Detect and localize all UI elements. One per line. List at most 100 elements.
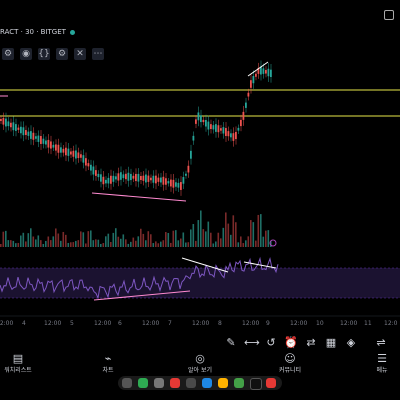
volume-bar <box>187 242 190 247</box>
candle <box>22 127 25 136</box>
volume-bar <box>45 240 47 247</box>
volume-bar <box>170 242 172 247</box>
close-icon[interactable]: ✕ <box>74 48 86 60</box>
volume-bar <box>32 236 35 247</box>
calculator-icon[interactable]: ▦ <box>324 336 338 350</box>
swap-icon[interactable]: ⇄ <box>304 336 318 350</box>
candle <box>15 124 17 131</box>
candle <box>0 119 2 121</box>
nav-community[interactable]: ☺ 커뮤니티 <box>260 352 320 374</box>
people-icon: ☺ <box>284 352 296 365</box>
volume-bar <box>92 240 95 247</box>
code-icon[interactable]: {} <box>38 48 50 60</box>
time-axis-label: 5 <box>70 320 74 327</box>
candle <box>177 182 180 188</box>
volume-bar <box>37 235 40 247</box>
app-icon[interactable] <box>266 378 276 388</box>
volume-bar <box>217 232 220 247</box>
app-icon[interactable] <box>154 378 164 388</box>
candle <box>180 182 182 190</box>
volume-bar <box>132 237 135 247</box>
expand-icon[interactable] <box>384 10 394 20</box>
volume-bar <box>237 242 240 247</box>
time-axis-label: 12:00 <box>0 320 14 327</box>
volume-bar <box>147 231 150 247</box>
volume-bar <box>127 243 130 247</box>
volume-bar <box>232 215 235 247</box>
volume-bar <box>80 231 82 247</box>
nav-menu[interactable]: ☰ 메뉴 <box>352 352 400 374</box>
time-axis-label: 9 <box>266 320 270 327</box>
volume-bar <box>247 236 250 247</box>
candle <box>237 127 240 131</box>
volume-bar <box>62 231 65 247</box>
replay-icon[interactable]: ↺ <box>264 336 278 350</box>
alarm-icon[interactable]: ⏰ <box>284 336 298 350</box>
candle <box>57 144 60 153</box>
pencil-icon[interactable]: ✎ <box>224 336 238 350</box>
time-axis-label: 12:00 <box>192 320 210 327</box>
volume-bar <box>177 240 180 247</box>
volume-bar <box>235 222 237 247</box>
volume-bar <box>220 238 222 247</box>
eye-icon[interactable]: ◉ <box>20 48 32 60</box>
candle <box>105 179 107 184</box>
candle <box>152 175 155 183</box>
candle <box>102 176 105 185</box>
candle <box>202 119 205 123</box>
candle <box>25 130 27 135</box>
volume-bar <box>52 236 55 247</box>
candle <box>95 170 97 176</box>
volume-bar <box>5 230 7 247</box>
candle <box>5 118 7 127</box>
naver-icon[interactable] <box>234 378 244 388</box>
volume-bar <box>175 230 177 247</box>
candle <box>132 175 135 179</box>
time-axis-label: 7 <box>168 320 172 327</box>
candle <box>100 174 102 182</box>
phone-icon[interactable] <box>138 378 148 388</box>
settings-icon[interactable]: ⚙ <box>56 48 68 60</box>
candle <box>62 148 65 153</box>
candle <box>157 177 160 182</box>
candle <box>200 115 202 123</box>
candle <box>27 131 30 136</box>
volume-bar <box>215 241 217 247</box>
measure-icon[interactable]: ⟷ <box>244 336 260 350</box>
volume-bar <box>195 240 197 247</box>
layers-icon[interactable]: ◈ <box>344 336 358 350</box>
adjust-icon[interactable]: ⇌ <box>374 336 388 350</box>
volume-bar <box>160 241 162 247</box>
nav-explore[interactable]: ◎ 알아 보기 <box>170 352 230 374</box>
volume-bar <box>185 242 187 247</box>
price-trend-line-top <box>247 61 269 77</box>
volume-bar <box>47 236 50 247</box>
volume-bar <box>17 242 20 247</box>
volume-bar <box>205 231 207 247</box>
candle <box>167 181 170 184</box>
volume-bar <box>110 241 112 247</box>
menu-icon: ☰ <box>377 352 387 365</box>
volume-bar <box>57 233 60 247</box>
candle <box>87 163 90 167</box>
more-icon[interactable]: ⋯ <box>92 48 104 60</box>
candle <box>135 173 137 182</box>
volume-bar <box>22 232 25 247</box>
volume-bar <box>140 228 142 247</box>
app-icon[interactable] <box>250 378 262 390</box>
volume-bar <box>130 241 132 247</box>
volume-bar <box>182 232 185 247</box>
apps-icon[interactable] <box>122 378 132 388</box>
volume-bar <box>135 240 137 247</box>
nav-chart[interactable]: ⌁ 차트 <box>78 352 138 374</box>
candle <box>187 165 190 173</box>
app-icon[interactable] <box>218 378 228 388</box>
app-icon[interactable] <box>186 378 196 388</box>
volume-bar <box>210 232 212 247</box>
settings-icon[interactable]: ⚙ <box>2 48 14 60</box>
candle <box>262 68 265 74</box>
app-icon[interactable] <box>202 378 212 388</box>
nav-watchlist[interactable]: ▤ 워치리스트 <box>0 352 48 374</box>
app-icon[interactable] <box>170 378 180 388</box>
volume-bar <box>145 240 147 247</box>
